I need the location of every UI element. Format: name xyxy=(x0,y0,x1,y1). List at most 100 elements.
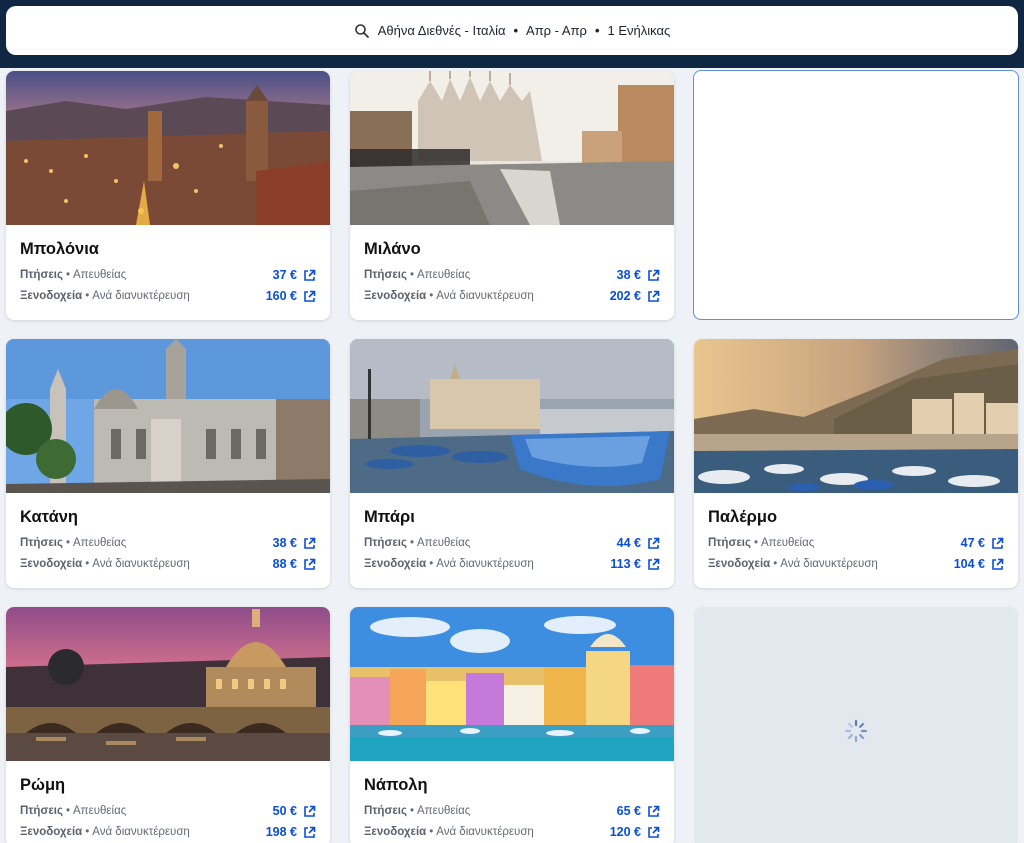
hotel-price-link[interactable]: 198 € xyxy=(266,825,316,839)
city-name: Μιλάνο xyxy=(364,240,421,258)
flights-label: Πτήσεις xyxy=(364,805,407,817)
flight-price: 47 € xyxy=(960,536,985,550)
hotels-detail: Ανά διανυκτέρευση xyxy=(436,558,534,570)
external-link-icon xyxy=(648,290,660,302)
hotel-price: 160 € xyxy=(265,289,297,303)
flights-detail: Απευθείας xyxy=(761,537,815,549)
hotel-price: 104 € xyxy=(953,557,985,571)
external-link-icon xyxy=(648,558,660,570)
external-link-icon xyxy=(648,269,660,281)
flights-row: Πτήσεις • Απευθείας 38 € xyxy=(364,266,660,284)
hotels-row: Ξενοδοχεία • Ανά διανυκτέρευση 104 € xyxy=(708,555,1004,573)
flights-row: Πτήσεις • Απευθείας 37 € xyxy=(20,266,316,284)
top-bar: Αθήνα Διεθνές - Ιταλία • Απρ - Απρ • 1 Ε… xyxy=(0,0,1024,68)
search-route: Αθήνα Διεθνές - Ιταλία xyxy=(377,23,506,38)
destination-photo xyxy=(350,71,674,225)
city-name: Παλέρμο xyxy=(708,508,778,526)
bullet: • xyxy=(85,826,90,838)
destination-photo xyxy=(6,339,330,493)
search-dates: Απρ - Απρ xyxy=(526,23,587,38)
bullet: • xyxy=(85,290,90,302)
flights-label: Πτήσεις xyxy=(20,537,63,549)
destination-card-naples[interactable]: Νάπολη Πτήσεις • Απευθείας 65 € Ξενοδοχε… xyxy=(350,607,674,843)
hotel-price-link[interactable]: 113 € xyxy=(610,557,660,571)
placeholder-card[interactable] xyxy=(693,70,1019,320)
hotels-detail: Ανά διανυκτέρευση xyxy=(436,826,534,838)
hotel-price-link[interactable]: 104 € xyxy=(954,557,1004,571)
flights-row: Πτήσεις • Απευθείας 44 € xyxy=(364,534,660,552)
hotels-detail: Ανά διανυκτέρευση xyxy=(92,558,190,570)
external-link-icon xyxy=(648,537,660,549)
hotel-price: 198 € xyxy=(265,825,297,839)
separator-dot: • xyxy=(513,23,519,38)
external-link-icon xyxy=(304,805,316,817)
destination-card-bologna[interactable]: Μπολόνια Πτήσεις • Απευθείας 37 € Ξενοδο… xyxy=(6,71,330,320)
bullet: • xyxy=(773,558,778,570)
flight-price: 38 € xyxy=(272,536,297,550)
bullet: • xyxy=(409,537,414,549)
hotels-row: Ξενοδοχεία • Ανά διανυκτέρευση 160 € xyxy=(20,287,316,305)
hotels-label: Ξενοδοχεία xyxy=(20,826,83,838)
hotels-label: Ξενοδοχεία xyxy=(364,558,427,570)
flights-detail: Απευθείας xyxy=(73,537,127,549)
flight-price-link[interactable]: 37 € xyxy=(273,268,316,282)
external-link-icon xyxy=(304,269,316,281)
bullet: • xyxy=(429,558,434,570)
search-icon xyxy=(354,23,369,38)
flights-row: Πτήσεις • Απευθείας 47 € xyxy=(708,534,1004,552)
external-link-icon xyxy=(304,558,316,570)
bullet: • xyxy=(65,269,70,281)
hotels-row: Ξενοδοχεία • Ανά διανυκτέρευση 202 € xyxy=(364,287,660,305)
external-link-icon xyxy=(648,805,660,817)
separator-dot: • xyxy=(594,23,600,38)
hotels-detail: Ανά διανυκτέρευση xyxy=(92,290,190,302)
flights-label: Πτήσεις xyxy=(20,805,63,817)
destination-card-catania[interactable]: Κατάνη Πτήσεις • Απευθείας 38 € Ξενοδοχε… xyxy=(6,339,330,588)
hotels-detail: Ανά διανυκτέρευση xyxy=(92,826,190,838)
hotel-price-link[interactable]: 160 € xyxy=(266,289,316,303)
search-travellers: 1 Ενήλικας xyxy=(607,23,671,38)
city-name: Μπολόνια xyxy=(20,240,99,258)
bullet: • xyxy=(65,537,70,549)
destination-card-palermo[interactable]: Παλέρμο Πτήσεις • Απευθείας 47 € Ξενοδοχ… xyxy=(694,339,1018,588)
flight-price-link[interactable]: 38 € xyxy=(273,536,316,550)
bullet: • xyxy=(429,826,434,838)
flight-price-link[interactable]: 38 € xyxy=(617,268,660,282)
hotels-label: Ξενοδοχεία xyxy=(708,558,771,570)
bullet: • xyxy=(85,558,90,570)
hotels-label: Ξενοδοχεία xyxy=(20,290,83,302)
flight-price-link[interactable]: 65 € xyxy=(617,804,660,818)
flight-price-link[interactable]: 44 € xyxy=(617,536,660,550)
flight-price-link[interactable]: 47 € xyxy=(961,536,1004,550)
bullet: • xyxy=(409,805,414,817)
flights-label: Πτήσεις xyxy=(364,537,407,549)
flight-price-link[interactable]: 50 € xyxy=(273,804,316,818)
search-summary-bar[interactable]: Αθήνα Διεθνές - Ιταλία • Απρ - Απρ • 1 Ε… xyxy=(6,6,1018,55)
external-link-icon xyxy=(304,537,316,549)
hotel-price-link[interactable]: 202 € xyxy=(610,289,660,303)
destination-card-milan[interactable]: Μιλάνο Πτήσεις • Απευθείας 38 € Ξενοδοχε… xyxy=(350,71,674,320)
flight-price: 65 € xyxy=(616,804,641,818)
bullet: • xyxy=(429,290,434,302)
hotel-price: 120 € xyxy=(609,825,641,839)
external-link-icon xyxy=(304,290,316,302)
city-name: Ρώμη xyxy=(20,776,66,794)
flights-detail: Απευθείας xyxy=(417,537,471,549)
flights-row: Πτήσεις • Απευθείας 38 € xyxy=(20,534,316,552)
flight-price: 44 € xyxy=(616,536,641,550)
external-link-icon xyxy=(992,558,1004,570)
destination-photo xyxy=(350,339,674,493)
bullet: • xyxy=(753,537,758,549)
hotel-price-link[interactable]: 88 € xyxy=(273,557,316,571)
hotel-price-link[interactable]: 120 € xyxy=(610,825,660,839)
hotel-price: 113 € xyxy=(610,557,641,571)
destination-card-bari[interactable]: Μπάρι Πτήσεις • Απευθείας 44 € Ξενοδοχεί… xyxy=(350,339,674,588)
flights-detail: Απευθείας xyxy=(73,805,127,817)
bullet: • xyxy=(409,269,414,281)
external-link-icon xyxy=(992,537,1004,549)
destination-card-rome[interactable]: Ρώμη Πτήσεις • Απευθείας 50 € Ξενοδοχεία… xyxy=(6,607,330,843)
hotels-label: Ξενοδοχεία xyxy=(20,558,83,570)
hotels-row: Ξενοδοχεία • Ανά διανυκτέρευση 198 € xyxy=(20,823,316,841)
flight-price: 50 € xyxy=(272,804,297,818)
city-name: Μπάρι xyxy=(364,508,415,526)
